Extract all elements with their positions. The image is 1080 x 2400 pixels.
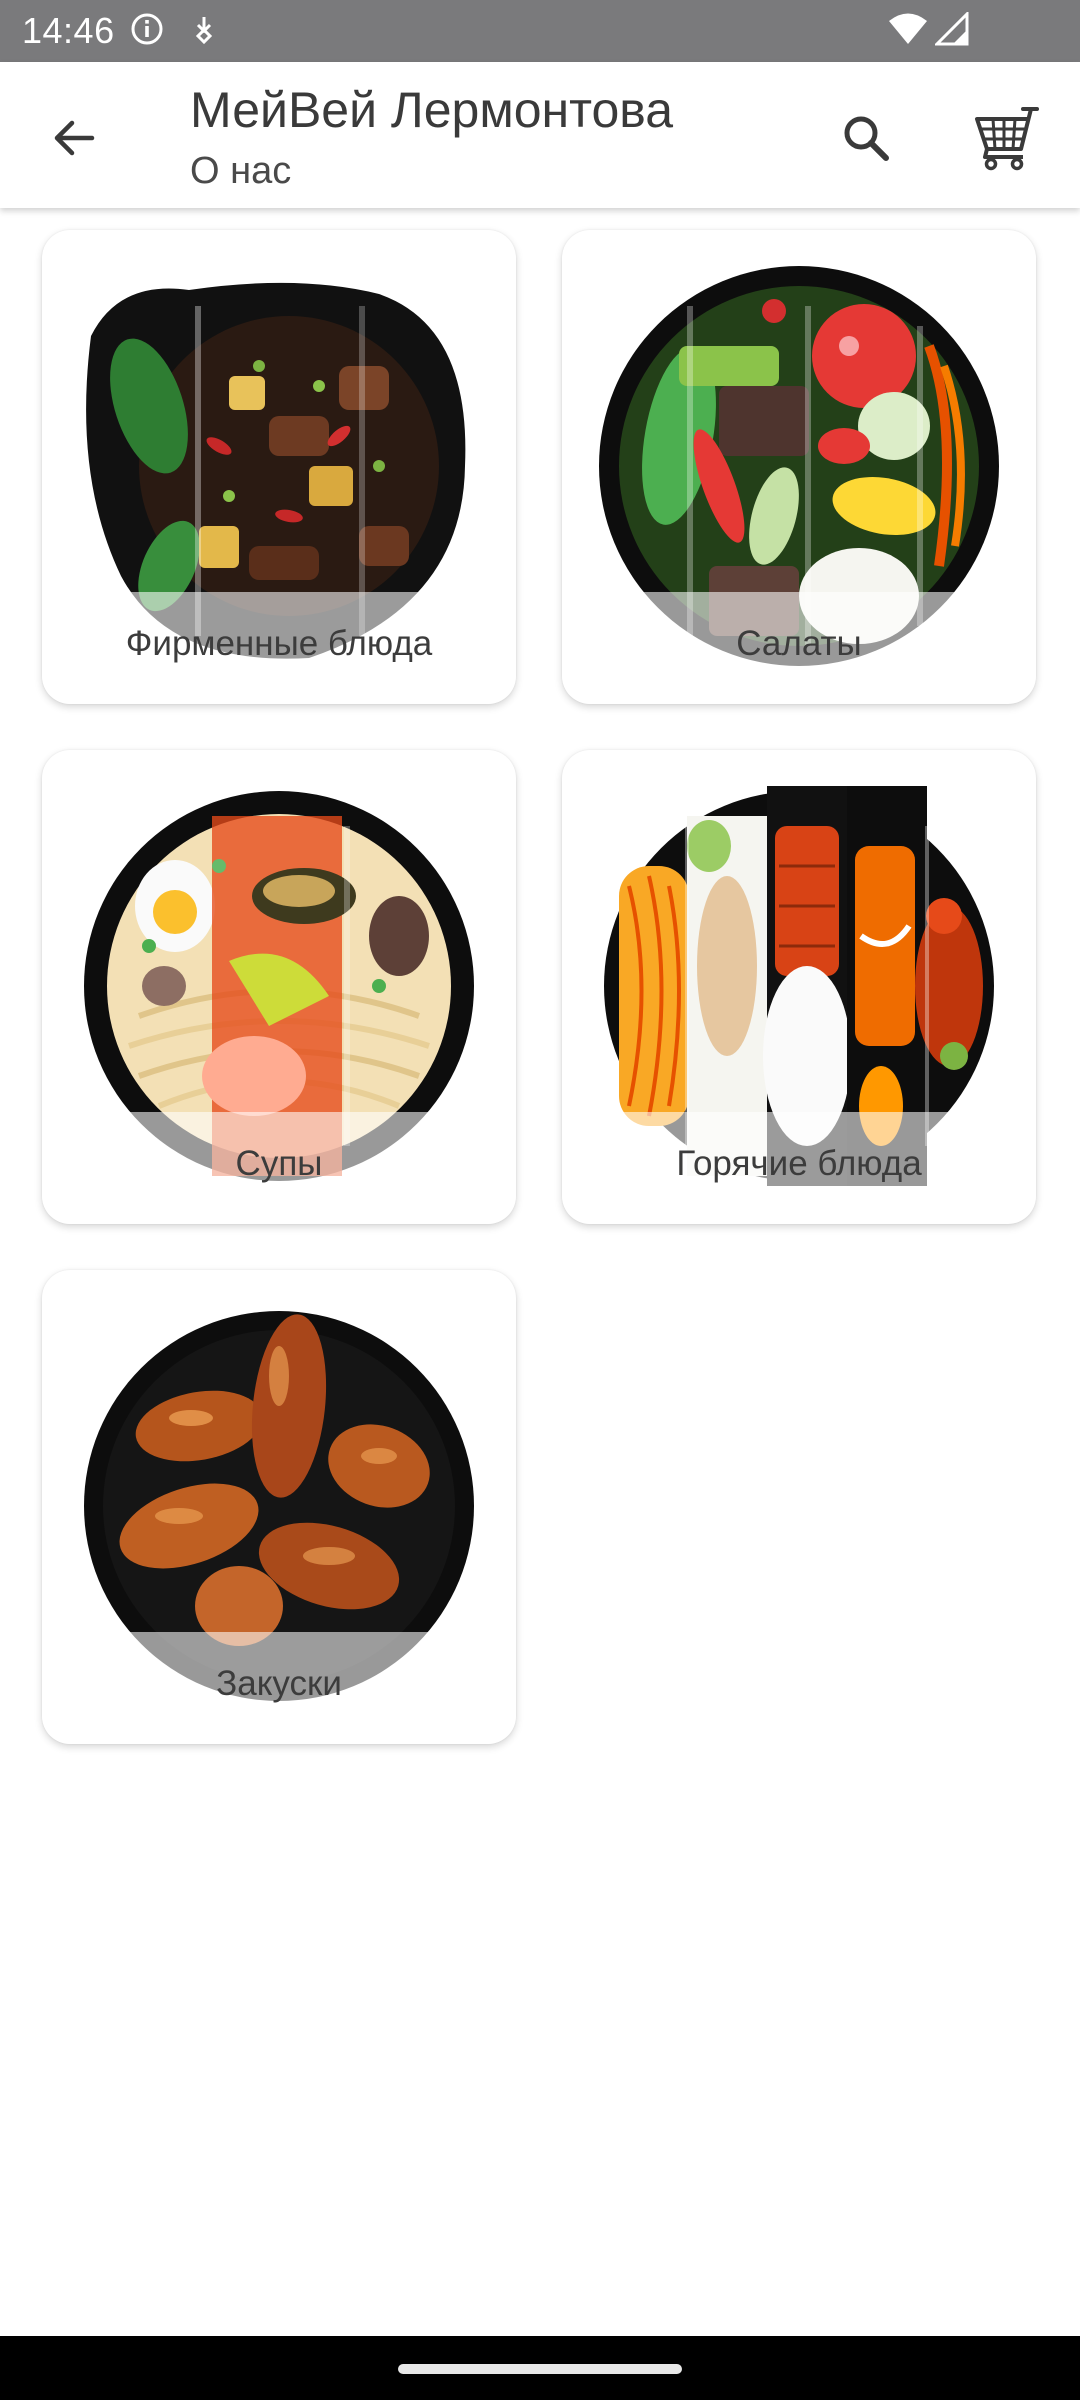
category-label: Салаты (736, 624, 862, 663)
status-time: 14:46 (22, 10, 115, 51)
system-navigation-bar (0, 2336, 1080, 2400)
page-subtitle[interactable]: О нас (190, 148, 291, 194)
app-bar: МейВей Лермонтова О нас (0, 62, 1080, 208)
home-gesture-handle[interactable] (398, 2364, 682, 2374)
arrow-back-icon (54, 120, 95, 156)
wifi-icon (889, 13, 927, 44)
category-card-signature[interactable]: Фирменные блюда (42, 230, 516, 704)
category-card-soups[interactable]: Супы (42, 750, 516, 1224)
category-card-hot-dishes[interactable]: Горячие блюда (562, 750, 1036, 1224)
info-icon (131, 13, 163, 45)
search-icon (844, 116, 889, 161)
sim-download-icon (195, 17, 213, 45)
cart-icon (975, 107, 1039, 171)
cart-button[interactable] (964, 98, 1048, 178)
signal-icon (935, 12, 969, 46)
category-label: Фирменные блюда (125, 624, 433, 663)
category-label: Закуски (216, 1664, 342, 1703)
page-title: МейВей Лермонтова (190, 82, 674, 138)
category-label: Супы (235, 1144, 323, 1183)
status-bar: 14:46 (0, 0, 1080, 62)
search-button[interactable] (830, 102, 902, 174)
back-button[interactable] (38, 102, 110, 174)
category-card-salads[interactable]: Салаты (562, 230, 1036, 704)
category-card-appetizers[interactable]: Закуски (42, 1270, 516, 1744)
category-label: Горячие блюда (676, 1144, 922, 1183)
